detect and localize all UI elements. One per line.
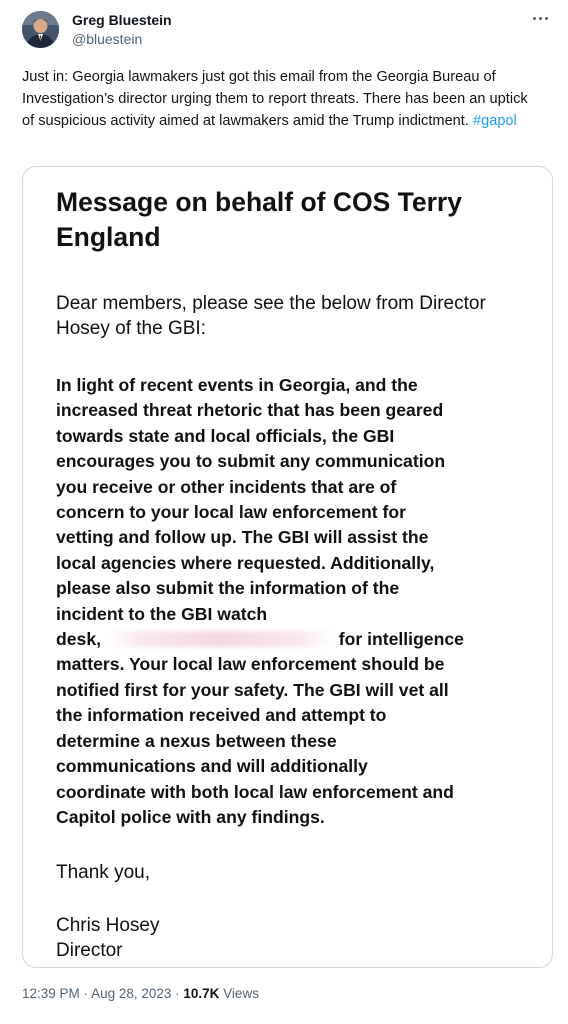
tweet-text: Just in: Georgia lawmakers just got this… bbox=[22, 66, 542, 132]
more-horizontal-icon bbox=[531, 16, 549, 20]
avatar-photo-icon bbox=[22, 11, 59, 48]
email-body-fragment: desk, bbox=[56, 629, 101, 650]
email-body-line: In light of recent events in Georgia, an… bbox=[56, 375, 418, 395]
tweet-body: Just in: Georgia lawmakers just got this… bbox=[22, 69, 528, 129]
email-body-line-redacted: desk, for intelligence bbox=[56, 627, 534, 652]
email-body-line: vetting and follow up. The GBI will assi… bbox=[56, 527, 429, 548]
signature-name: Chris Hosey bbox=[56, 915, 160, 936]
email-body-line: determine a nexus between these bbox=[56, 730, 337, 751]
signature-title: Director bbox=[56, 940, 123, 961]
email-body-line: the information received and attempt to bbox=[56, 705, 387, 726]
email-body-line: matters. Your local law enforcement shou… bbox=[56, 654, 445, 675]
tweet-date[interactable]: Aug 28, 2023 bbox=[91, 986, 171, 1001]
email-body-line: encourages you to submit any communicati… bbox=[56, 451, 446, 472]
tweet-meta: 12:39 PM · Aug 28, 2023 · 10.7K Views bbox=[22, 985, 259, 1003]
more-options-button[interactable] bbox=[528, 8, 552, 28]
email-body-line: coordinate with both local law enforceme… bbox=[56, 781, 454, 802]
email-screenshot-image[interactable]: Message on behalf of COS Terry England D… bbox=[22, 166, 553, 968]
email-body-line: local agencies where requested. Addition… bbox=[56, 552, 435, 573]
email-signature: Chris Hosey Director bbox=[56, 913, 159, 963]
meta-separator: · bbox=[79, 986, 92, 1001]
email-body-line: towards state and local officials, the G… bbox=[56, 425, 395, 446]
views-label: Views bbox=[219, 986, 259, 1001]
email-body-line: incident to the GBI watch bbox=[56, 603, 268, 624]
tweet-time[interactable]: 12:39 PM bbox=[22, 986, 80, 1001]
views-count[interactable]: 10.7K bbox=[183, 986, 219, 1001]
email-body: In light of recent events in Georgia, an… bbox=[56, 373, 534, 830]
email-body-fragment: for intelligence bbox=[338, 629, 464, 650]
meta-separator: · bbox=[171, 986, 184, 1001]
email-body-line: please also submit the information of th… bbox=[56, 578, 400, 599]
redacted-email-address bbox=[105, 631, 334, 648]
email-body-line: communications and will additionally bbox=[56, 756, 368, 777]
email-body-line: concern to your local law enforcement fo… bbox=[56, 502, 406, 523]
author-name[interactable]: Greg Bluestein bbox=[72, 11, 172, 29]
email-body-line: Capitol police with any findings. bbox=[56, 806, 325, 827]
author-avatar[interactable] bbox=[22, 11, 59, 48]
email-title: Message on behalf of COS Terry England bbox=[56, 187, 462, 252]
email-greeting: Dear members, please see the below from … bbox=[56, 293, 486, 339]
email-body-line: notified first for your safety. The GBI … bbox=[56, 679, 449, 700]
tweet: Greg Bluestein @bluestein Just in: Georg… bbox=[0, 0, 568, 1024]
email-body-line: increased threat rhetoric that has been … bbox=[56, 400, 444, 421]
email-closing: Thank you, bbox=[56, 862, 150, 883]
email-body-line: you receive or other incidents that are … bbox=[56, 476, 397, 497]
author-handle[interactable]: @bluestein bbox=[72, 30, 142, 48]
hashtag-link[interactable]: #gapol bbox=[473, 113, 517, 129]
